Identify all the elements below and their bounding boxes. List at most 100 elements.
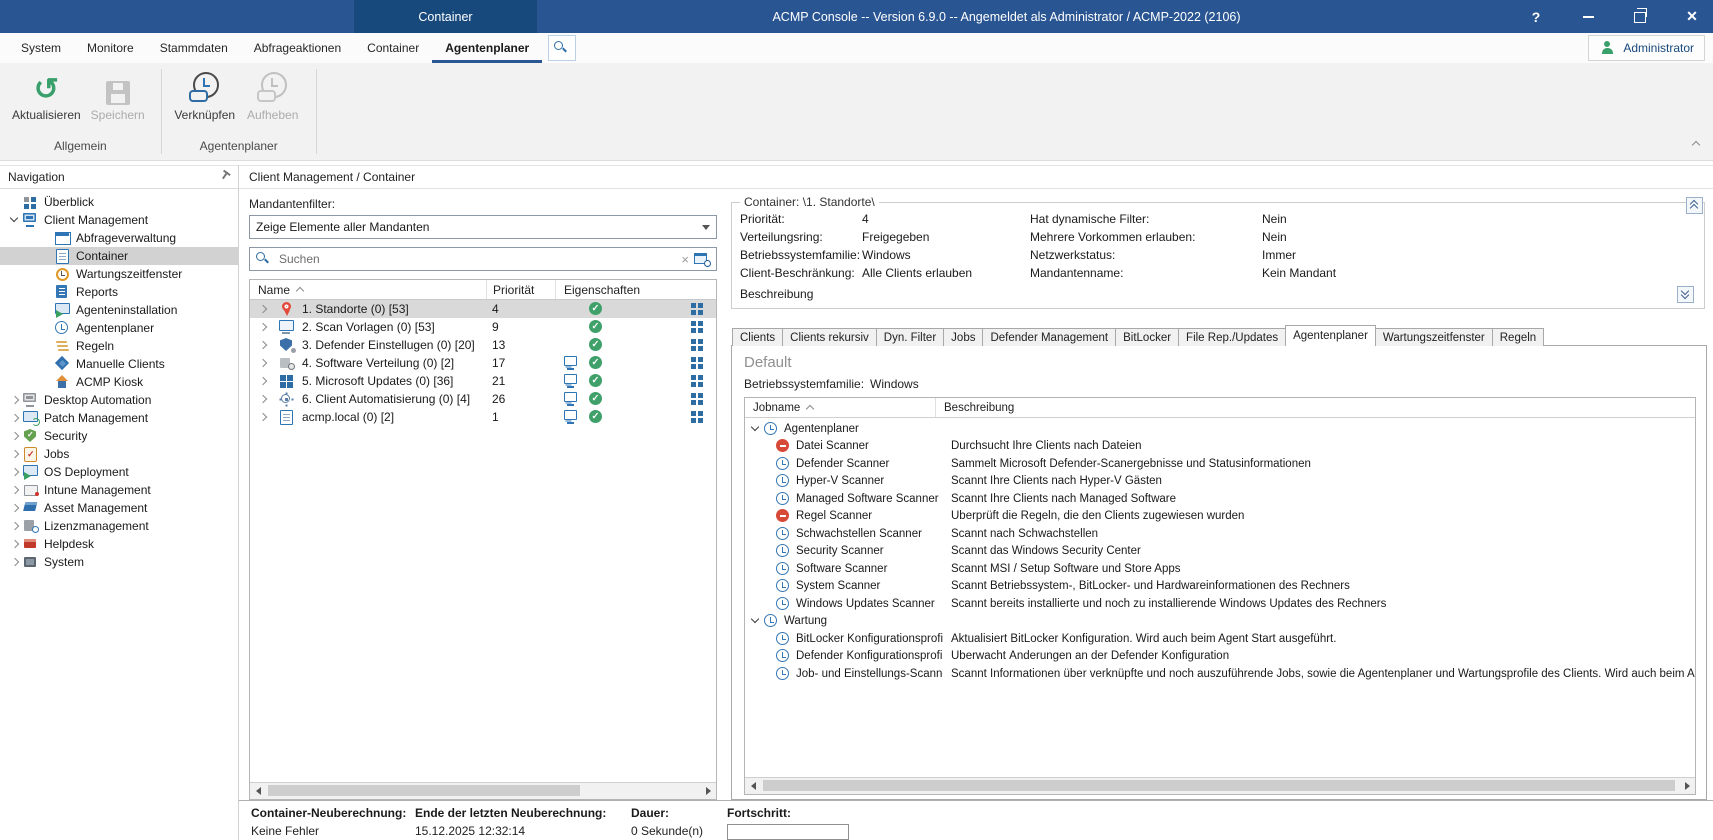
nav-item[interactable]: Asset Management <box>0 499 238 517</box>
expander-icon[interactable] <box>40 249 54 263</box>
expander-icon[interactable] <box>761 632 775 646</box>
user-button[interactable]: Administrator <box>1588 35 1705 61</box>
nav-item[interactable]: Manuelle Clients <box>0 355 238 373</box>
expander-icon[interactable] <box>256 374 270 388</box>
expander-icon[interactable] <box>8 447 22 461</box>
nav-item[interactable]: Security <box>0 427 238 445</box>
expander-icon[interactable] <box>761 492 775 506</box>
tab[interactable]: File Rep./Updates <box>1178 328 1286 346</box>
container-row[interactable]: 5. Microsoft Updates (0) [36] 21 <box>250 372 716 390</box>
expander-icon[interactable] <box>761 474 775 488</box>
nav-item[interactable]: Agentenplaner <box>0 319 238 337</box>
expander-icon[interactable] <box>749 614 763 628</box>
expander-icon[interactable] <box>8 195 22 209</box>
job-row[interactable]: Agentenplaner <box>745 420 1695 438</box>
nav-item[interactable]: Intune Management <box>0 481 238 499</box>
expander-icon[interactable] <box>8 411 22 425</box>
unlink-button[interactable]: Aufheben <box>242 69 304 136</box>
expander-icon[interactable] <box>761 457 775 471</box>
tab[interactable]: BitLocker <box>1115 328 1179 346</box>
titlebar-tab-container[interactable]: Container <box>354 0 537 33</box>
scroll-left-arrow[interactable] <box>250 783 266 799</box>
scroll-right-arrow[interactable] <box>700 783 716 799</box>
expander-icon[interactable] <box>256 338 270 352</box>
expander-icon[interactable] <box>8 555 22 569</box>
scroll-left-arrow[interactable] <box>745 778 761 794</box>
expander-icon[interactable] <box>8 393 22 407</box>
expander-icon[interactable] <box>40 375 54 389</box>
nav-item[interactable]: Helpdesk <box>0 535 238 553</box>
scrollbar-thumb[interactable] <box>268 785 580 796</box>
expander-icon[interactable] <box>761 579 775 593</box>
restore-button[interactable] <box>1629 6 1651 28</box>
menu-search-button[interactable] <box>548 35 576 61</box>
nav-item[interactable]: Jobs <box>0 445 238 463</box>
nav-item[interactable]: Reports <box>0 283 238 301</box>
menu-item[interactable]: Abfrageaktionen <box>241 33 354 63</box>
expander-icon[interactable] <box>761 667 775 681</box>
nav-item[interactable]: OS Deployment <box>0 463 238 481</box>
job-row[interactable]: Hyper-V Scanner Scannt Ihre Clients nach… <box>745 473 1695 491</box>
container-row[interactable]: 4. Software Verteilung (0) [2] 17 <box>250 354 716 372</box>
search-input[interactable] <box>277 251 677 267</box>
tab[interactable]: Defender Management <box>982 328 1116 346</box>
scroll-right-arrow[interactable] <box>1679 778 1695 794</box>
job-row[interactable]: Datei Scanner Durchsucht Ihre Clients na… <box>745 438 1695 456</box>
nav-item[interactable]: System <box>0 553 238 571</box>
expander-icon[interactable] <box>761 649 775 663</box>
nav-item[interactable]: ACMP Kiosk <box>0 373 238 391</box>
expander-icon[interactable] <box>8 483 22 497</box>
job-row[interactable]: Schwachstellen Scanner Scannt nach Schwa… <box>745 525 1695 543</box>
container-row[interactable]: 3. Defender Einstellugen (0) [20] 13 <box>250 336 716 354</box>
job-row[interactable]: Windows Updates Scanner Scannt bereits i… <box>745 595 1695 613</box>
nav-item[interactable]: Abfrageverwaltung <box>0 229 238 247</box>
expander-icon[interactable] <box>761 544 775 558</box>
scrollbar-track[interactable] <box>761 778 1679 794</box>
menu-item[interactable]: Stammdaten <box>147 33 241 63</box>
column-header-jobname[interactable]: Jobname <box>745 398 936 417</box>
tab[interactable]: Jobs <box>943 328 983 346</box>
scrollbar-track[interactable] <box>266 783 700 799</box>
ribbon-collapse-button[interactable] <box>1685 136 1701 152</box>
tab[interactable]: Agentenplaner <box>1285 325 1376 346</box>
nav-item[interactable]: Regeln <box>0 337 238 355</box>
menu-item[interactable]: Agentenplaner <box>432 33 542 63</box>
job-row[interactable]: Wartung <box>745 613 1695 631</box>
nav-item[interactable]: Agenteninstallation <box>0 301 238 319</box>
expander-icon[interactable] <box>8 501 22 515</box>
expander-icon[interactable] <box>749 422 763 436</box>
column-header-name[interactable]: Name <box>250 280 487 299</box>
container-row[interactable]: 6. Client Automatisierung (0) [4] 26 <box>250 390 716 408</box>
clear-search-icon[interactable]: × <box>681 253 689 266</box>
help-button[interactable]: ? <box>1525 6 1547 28</box>
menu-item[interactable]: System <box>8 33 74 63</box>
expander-icon[interactable] <box>8 213 22 227</box>
collapse-details-button[interactable] <box>1686 197 1703 214</box>
expander-icon[interactable] <box>40 231 54 245</box>
nav-item[interactable]: Überblick <box>0 193 238 211</box>
job-row[interactable]: Security Scanner Scannt das Windows Secu… <box>745 543 1695 561</box>
nav-item[interactable]: Desktop Automation <box>0 391 238 409</box>
expander-icon[interactable] <box>256 410 270 424</box>
column-header-properties[interactable]: Eigenschaften <box>556 280 716 299</box>
expand-description-button[interactable] <box>1677 286 1694 303</box>
refresh-button[interactable]: ↺ Aktualisieren <box>12 69 81 136</box>
expander-icon[interactable] <box>8 465 22 479</box>
pin-icon[interactable] <box>216 169 233 186</box>
minimize-button[interactable] <box>1577 6 1599 28</box>
expander-icon[interactable] <box>761 439 775 453</box>
expander-icon[interactable] <box>256 320 270 334</box>
advanced-search-icon[interactable] <box>693 251 711 267</box>
job-row[interactable]: Job- und Einstellungs-Scanner Scannt Inf… <box>745 665 1695 683</box>
expander-icon[interactable] <box>256 302 270 316</box>
expander-icon[interactable] <box>761 597 775 611</box>
tenant-filter-dropdown[interactable]: Zeige Elemente aller Mandanten <box>249 215 717 239</box>
expander-icon[interactable] <box>40 303 54 317</box>
container-row[interactable]: acmp.local (0) [2] 1 <box>250 408 716 426</box>
job-row[interactable]: Managed Software Scanner Scannt Ihre Cli… <box>745 490 1695 508</box>
menu-item[interactable]: Container <box>354 33 432 63</box>
container-row[interactable]: 1. Standorte (0) [53] 4 <box>250 300 716 318</box>
nav-item[interactable]: Patch Management <box>0 409 238 427</box>
tab[interactable]: Wartungszeitfenster <box>1375 328 1493 346</box>
expander-icon[interactable] <box>761 562 775 576</box>
